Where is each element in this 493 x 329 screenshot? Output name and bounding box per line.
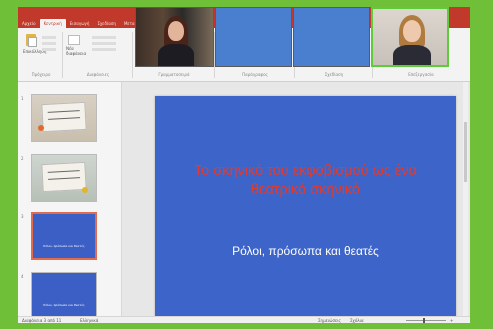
new-slide-icon[interactable] bbox=[68, 35, 80, 45]
zoom-slider-handle[interactable] bbox=[423, 318, 425, 323]
slide-counter: Διαφάνεια 3 από 11 bbox=[22, 318, 62, 323]
tab-home[interactable]: Κεντρική bbox=[39, 19, 66, 28]
slide-thumbnail-2[interactable] bbox=[31, 154, 97, 202]
cut-button[interactable] bbox=[42, 36, 56, 39]
reset-button[interactable] bbox=[92, 42, 116, 45]
slide-editor-canvas: Το σκηνικό του εκφοβισμού ως ένα θεατρικ… bbox=[122, 82, 470, 321]
vertical-scrollbar[interactable] bbox=[463, 82, 468, 316]
notes-button[interactable]: Σημειώσεις bbox=[318, 318, 341, 323]
slide-thumbnails-panel: 1 2 3 Ρόλοι, πρόσωπα και θεατές 4 Ρόλοι,… bbox=[18, 82, 122, 320]
video-tile-3[interactable] bbox=[293, 7, 370, 67]
video-tile-active-speaker[interactable] bbox=[371, 7, 449, 67]
current-slide[interactable]: Το σκηνικό του εκφοβισμού ως ένα θεατρικ… bbox=[155, 96, 456, 321]
thumb-subtitle: Ρόλοι, πρόσωπα και θεατές bbox=[43, 244, 85, 248]
slide-title[interactable]: Το σκηνικό του εκφοβισμού ως ένα θεατρικ… bbox=[169, 162, 442, 200]
thumb-subtitle: Ρόλοι, πρόσωπα και θεατές bbox=[43, 303, 85, 307]
editing-group-label: Επεξεργασία bbox=[408, 72, 434, 77]
thumb-doodle bbox=[38, 125, 44, 131]
person-body bbox=[158, 44, 194, 66]
tab-insert[interactable]: Εισαγωγή bbox=[66, 19, 94, 28]
slides-group: Νέα διαφάνεια Διαφάνειες bbox=[64, 32, 133, 78]
person-face bbox=[403, 20, 421, 42]
slide-thumbnail-1[interactable] bbox=[31, 94, 97, 142]
format-painter-button[interactable] bbox=[42, 48, 56, 51]
font-group-label: Γραμματοσειρά bbox=[158, 72, 190, 77]
thumb-number: 1 bbox=[21, 96, 24, 101]
clipboard-group: Επικόλληση Πρόχειρο bbox=[20, 32, 63, 78]
person-face bbox=[168, 21, 184, 41]
slide-thumbnail-4[interactable]: Ρόλοι, πρόσωπα και θεατές bbox=[31, 272, 97, 320]
new-slide-button[interactable]: Νέα διαφάνεια bbox=[66, 46, 88, 56]
video-tile-2[interactable] bbox=[215, 7, 292, 67]
thumb-photo-note bbox=[41, 101, 87, 133]
status-bar: Διαφάνεια 3 από 11 Ελληνικά Σημειώσεις Σ… bbox=[18, 316, 470, 323]
paragraph-group-label: Παράγραφος bbox=[242, 72, 268, 77]
scrollbar-thumb[interactable] bbox=[464, 122, 467, 182]
paste-icon[interactable] bbox=[26, 34, 37, 47]
slide-thumbnail-3[interactable]: Ρόλοι, πρόσωπα και θεατές bbox=[31, 212, 97, 260]
powerpoint-window: Αρχείο Κεντρική Εισαγωγή Σχεδίαση Μεταβά… bbox=[18, 7, 470, 323]
section-button[interactable] bbox=[92, 48, 116, 51]
slides-group-label: Διαφάνειες bbox=[86, 72, 110, 77]
zoom-slider[interactable] bbox=[406, 320, 446, 321]
thumb-number: 4 bbox=[21, 274, 24, 279]
thumb-doodle bbox=[82, 187, 88, 193]
tab-design[interactable]: Σχεδίαση bbox=[93, 19, 120, 28]
thumb-photo-note bbox=[41, 161, 87, 193]
drawing-group-label: Σχεδίαση bbox=[324, 72, 344, 77]
language-indicator[interactable]: Ελληνικά bbox=[80, 318, 98, 323]
zoom-in-button[interactable]: + bbox=[450, 318, 453, 323]
layout-button[interactable] bbox=[92, 36, 116, 39]
video-tile-speaker-1[interactable] bbox=[135, 7, 214, 67]
tab-file[interactable]: Αρχείο bbox=[18, 19, 40, 28]
comments-button[interactable]: Σχόλια bbox=[350, 318, 364, 323]
slide-subtitle[interactable]: Ρόλοι, πρόσωπα και θεατές bbox=[165, 244, 446, 258]
clipboard-group-label: Πρόχειρο bbox=[31, 72, 51, 77]
thumb-number: 2 bbox=[21, 156, 24, 161]
person-body bbox=[393, 45, 431, 65]
thumb-number: 3 bbox=[21, 214, 24, 219]
copy-button[interactable] bbox=[42, 42, 56, 45]
